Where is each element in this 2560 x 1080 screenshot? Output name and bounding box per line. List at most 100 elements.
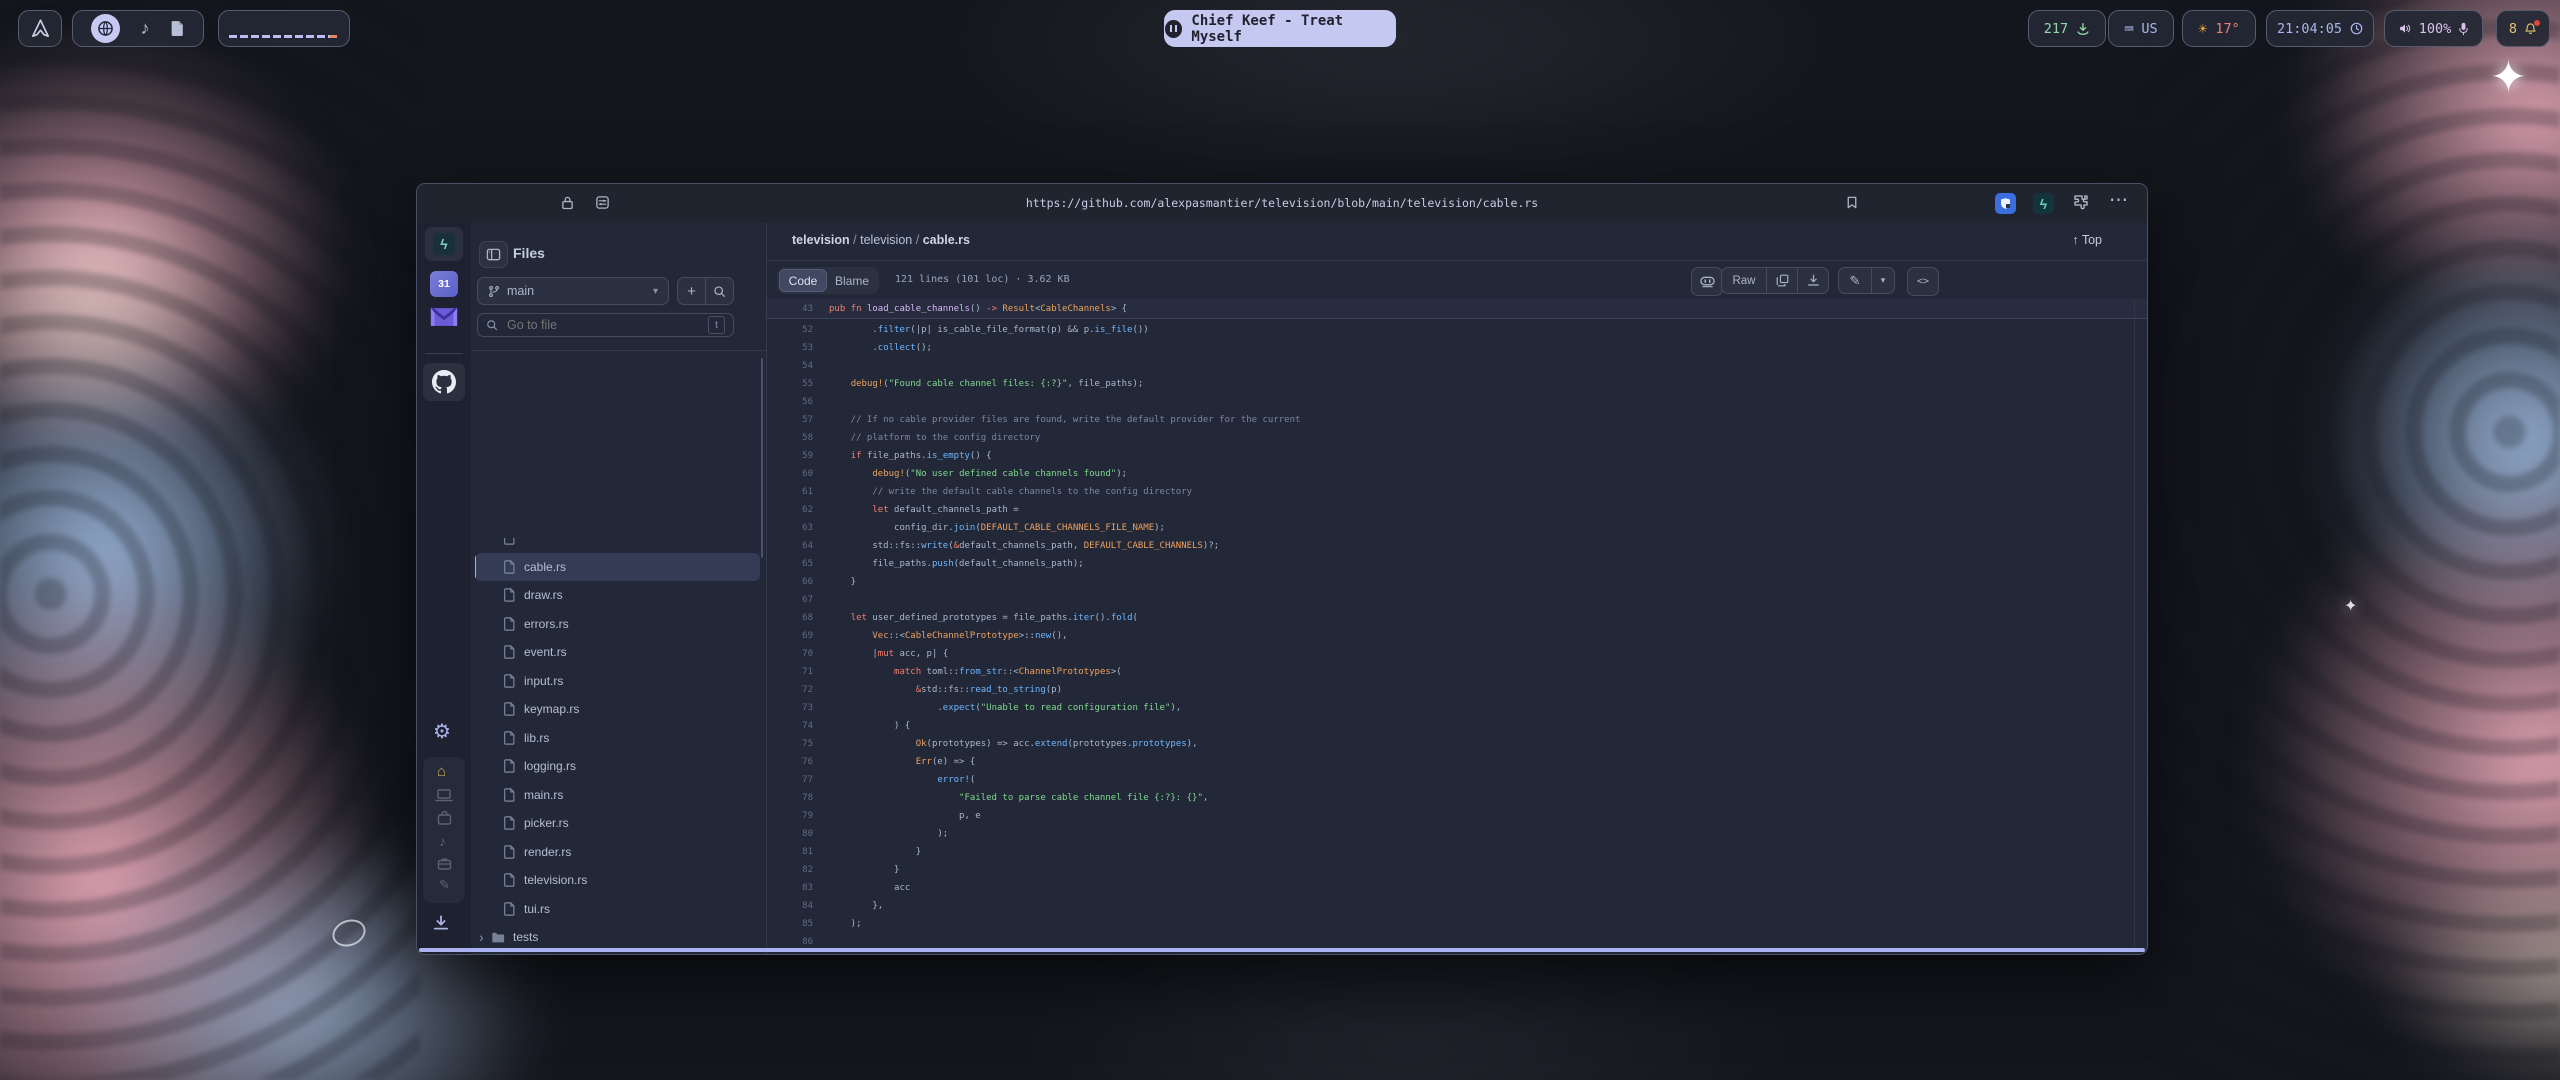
line-number[interactable]: 83 xyxy=(767,883,813,893)
tree-item-event.rs[interactable]: event.rs xyxy=(475,638,760,667)
tree-item-logging.rs[interactable]: logging.rs xyxy=(475,752,760,781)
raw-button[interactable]: Raw xyxy=(1722,268,1766,293)
line-number[interactable]: 70 xyxy=(767,649,813,659)
line-number[interactable]: 57 xyxy=(767,415,813,425)
line-number[interactable]: 68 xyxy=(767,613,813,623)
clock-pill[interactable]: 21:04:05 xyxy=(2266,10,2374,47)
line-number[interactable]: 85 xyxy=(767,919,813,929)
line-number[interactable]: 54 xyxy=(767,361,813,371)
line-number[interactable]: 63 xyxy=(767,523,813,533)
download-raw-button[interactable] xyxy=(1798,268,1828,293)
copilot-button[interactable] xyxy=(1691,267,1723,296)
goto-file-field[interactable]: t xyxy=(477,313,734,337)
line-number[interactable]: 73 xyxy=(767,703,813,713)
line-number[interactable]: 62 xyxy=(767,505,813,515)
lightning-extension-icon[interactable]: ϟ xyxy=(2033,193,2054,214)
tree-item-keymap.rs[interactable]: keymap.rs xyxy=(475,695,760,724)
goto-file-input[interactable] xyxy=(505,317,701,333)
site-permissions-icon[interactable] xyxy=(595,195,610,210)
downloads-button[interactable] xyxy=(432,915,450,931)
line-number[interactable]: 65 xyxy=(767,559,813,569)
pinned-tab-lightning[interactable]: ϟ xyxy=(425,227,463,261)
line-number[interactable]: 59 xyxy=(767,451,813,461)
tab-code[interactable]: Code xyxy=(779,269,827,292)
line-number[interactable]: 74 xyxy=(767,721,813,731)
line-number[interactable]: 58 xyxy=(767,433,813,443)
puzzle-extensions-icon[interactable] xyxy=(2073,194,2089,210)
line-number[interactable]: 82 xyxy=(767,865,813,875)
line-number[interactable]: 81 xyxy=(767,847,813,857)
tree-item-tests[interactable]: ›tests xyxy=(475,923,760,948)
breadcrumb-repo[interactable]: television xyxy=(792,233,850,247)
keyboard-layout-pill[interactable]: ⌨ US xyxy=(2108,10,2174,47)
new-file-button[interactable]: + xyxy=(678,278,705,304)
tree-item-lib.rs[interactable]: lib.rs xyxy=(475,724,760,753)
pinned-tab-gmail[interactable] xyxy=(429,305,459,328)
edit-dropdown-button[interactable]: ▾ xyxy=(1872,268,1894,293)
tree-item-partial[interactable] xyxy=(475,538,760,553)
line-number[interactable]: 67 xyxy=(767,595,813,605)
launcher-pill[interactable] xyxy=(18,10,62,47)
line-number[interactable]: 55 xyxy=(767,379,813,389)
branch-selector[interactable]: main ▾ xyxy=(477,277,669,305)
pause-icon[interactable] xyxy=(1165,20,1182,38)
notes-app-button[interactable] xyxy=(170,20,185,37)
tree-scrollbar[interactable] xyxy=(761,358,763,558)
workspace-briefcase-icon[interactable] xyxy=(437,857,452,870)
line-number[interactable]: 60 xyxy=(767,469,813,479)
tree-item-tui.rs[interactable]: tui.rs xyxy=(475,895,760,924)
media-player-pill[interactable]: Chief Keef - Treat Myself xyxy=(1164,10,1396,47)
line-number[interactable]: 79 xyxy=(767,811,813,821)
line-number[interactable]: 78 xyxy=(767,793,813,803)
breadcrumb-folder[interactable]: television xyxy=(860,233,912,247)
symbols-button[interactable]: <> xyxy=(1907,267,1939,296)
line-number[interactable]: 43 xyxy=(767,304,813,314)
workspace-music-icon[interactable]: ♪ xyxy=(439,833,446,849)
line-number[interactable]: 75 xyxy=(767,739,813,749)
tab-github-active[interactable] xyxy=(423,363,465,401)
workspace-pen-icon[interactable]: ✎ xyxy=(439,877,450,893)
workspace-bag-icon[interactable] xyxy=(437,811,452,825)
line-number[interactable]: 80 xyxy=(767,829,813,839)
workspace-bank-icon[interactable]: ⌂ xyxy=(437,763,446,780)
line-number[interactable]: 77 xyxy=(767,775,813,785)
bookmark-icon[interactable] xyxy=(1845,195,1859,210)
music-app-button[interactable]: ♪ xyxy=(140,18,149,39)
browser-tab-button[interactable] xyxy=(91,14,120,43)
tree-item-main.rs[interactable]: main.rs xyxy=(475,781,760,810)
tab-blame[interactable]: Blame xyxy=(827,269,877,292)
line-number[interactable]: 72 xyxy=(767,685,813,695)
tree-item-errors.rs[interactable]: errors.rs xyxy=(475,610,760,639)
line-number[interactable]: 69 xyxy=(767,631,813,641)
edit-file-button[interactable]: ✎ xyxy=(1839,268,1871,293)
search-tree-button[interactable] xyxy=(706,278,733,304)
tree-item-draw.rs[interactable]: draw.rs xyxy=(475,581,760,610)
line-number[interactable]: 86 xyxy=(767,937,813,946)
audio-pill[interactable]: 100% xyxy=(2384,10,2483,47)
tree-item-render.rs[interactable]: render.rs xyxy=(475,838,760,867)
browser-menu-icon[interactable]: ⋯ xyxy=(2109,189,2128,212)
settings-gear-button[interactable]: ⚙ xyxy=(433,719,451,744)
back-to-top-link[interactable]: ↑ Top xyxy=(2072,233,2102,247)
line-number[interactable]: 53 xyxy=(767,343,813,353)
bitwarden-extension-icon[interactable] xyxy=(1995,193,2016,214)
tree-item-input.rs[interactable]: input.rs xyxy=(475,667,760,696)
tree-item-television.rs[interactable]: television.rs xyxy=(475,866,760,895)
horizontal-scrollbar[interactable] xyxy=(419,948,2145,952)
lock-icon[interactable] xyxy=(561,195,574,210)
line-number[interactable]: 84 xyxy=(767,901,813,911)
line-number[interactable]: 56 xyxy=(767,397,813,407)
weather-pill[interactable]: ☀ 17° xyxy=(2182,10,2256,47)
collapse-file-tree-button[interactable] xyxy=(479,241,508,268)
updates-pill[interactable]: 217 xyxy=(2028,10,2106,47)
url-text[interactable]: https://github.com/alexpasmantier/televi… xyxy=(1026,196,1538,210)
workspace-laptop-icon[interactable] xyxy=(435,789,453,802)
line-number[interactable]: 66 xyxy=(767,577,813,587)
pinned-tab-calendar[interactable]: 31 xyxy=(430,271,458,297)
tree-item-cable.rs[interactable]: cable.rs xyxy=(475,553,760,582)
line-number[interactable]: 71 xyxy=(767,667,813,677)
line-number[interactable]: 76 xyxy=(767,757,813,767)
line-number[interactable]: 52 xyxy=(767,325,813,335)
line-number[interactable]: 64 xyxy=(767,541,813,551)
copy-button[interactable] xyxy=(1767,268,1797,293)
